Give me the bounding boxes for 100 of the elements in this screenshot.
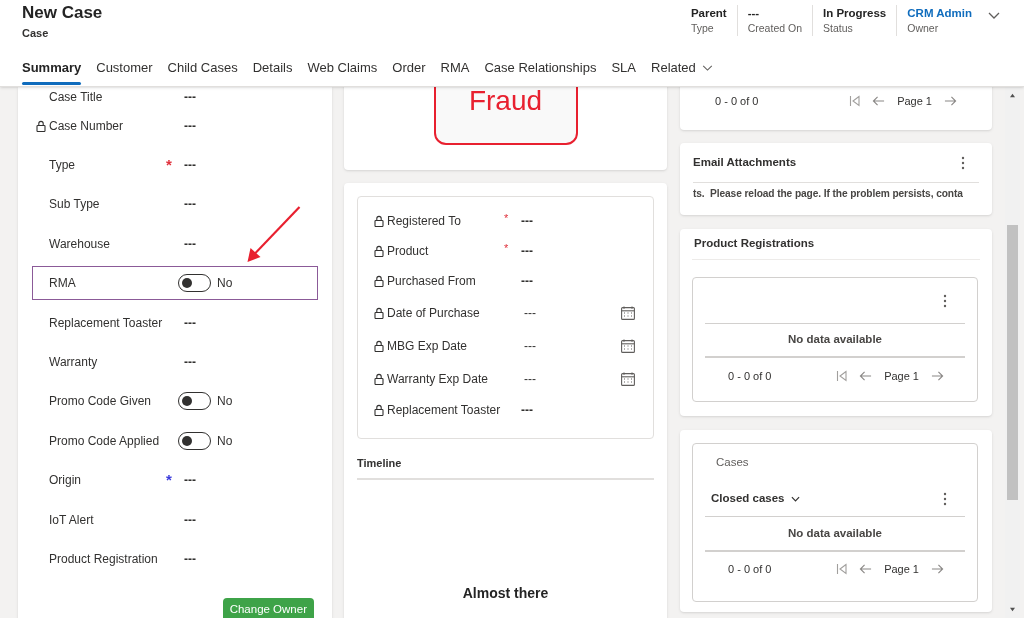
page-number: Page 1 [884, 561, 919, 577]
field-label: Product Registration [49, 551, 159, 568]
field-value: --- [184, 472, 196, 490]
fraud-stamp: Fraud [433, 87, 578, 145]
field-label: Warehouse [49, 235, 111, 253]
field-label: Purchased From [387, 273, 477, 290]
tab[interactable]: RMA [440, 49, 470, 86]
record-title: New Case [22, 3, 103, 23]
view-selector[interactable]: Closed cases [711, 490, 800, 508]
toggle-value: No [217, 393, 233, 411]
field-value: --- [521, 273, 533, 290]
tab[interactable]: Customer [96, 49, 153, 86]
field-value: --- [184, 235, 196, 253]
toggle-switch[interactable] [178, 392, 211, 411]
field-label: Warranty Exp Date [387, 370, 489, 388]
header-value: Parent [690, 6, 727, 21]
scrollbar-thumb[interactable] [1007, 225, 1018, 500]
calendar-icon[interactable] [621, 371, 635, 386]
field-label: RMA [49, 275, 77, 293]
page-number: Page 1 [884, 368, 919, 384]
more-options-icon[interactable] [961, 155, 965, 170]
arrow-left-icon[interactable] [872, 95, 886, 107]
header-value: --- [747, 6, 761, 21]
required-asterisk: * [504, 214, 510, 222]
pager-range: 0 - 0 of 0 [728, 561, 772, 577]
section-title: Timeline [357, 455, 654, 480]
arrow-left-icon[interactable] [859, 563, 873, 575]
arrow-right-icon[interactable] [931, 370, 944, 382]
header-label: Status [823, 21, 854, 36]
scroll-up-icon[interactable] [1009, 93, 1016, 98]
field-label: Promo Code Applied [49, 432, 161, 450]
field-label: IoT Alert [49, 511, 95, 529]
arrow-left-icon[interactable] [859, 370, 873, 382]
field-value: --- [184, 89, 196, 106]
annotation-arrow [247, 205, 302, 263]
first-page-icon[interactable] [836, 370, 848, 382]
field-label: Type [49, 157, 76, 175]
empty-message: No data available [705, 517, 965, 552]
chevron-down-icon[interactable] [988, 12, 1000, 19]
calendar-icon[interactable] [621, 338, 635, 353]
owner-link[interactable]: CRM Admin [907, 5, 972, 21]
tab[interactable]: SLA [611, 49, 636, 86]
arrow-right-icon[interactable] [931, 563, 944, 575]
toggle-switch[interactable] [178, 431, 211, 450]
field-label: Warranty [49, 354, 99, 372]
pager-range: 0 - 0 of 0 [715, 93, 759, 109]
field-value: --- [184, 354, 196, 372]
field-label: Registered To [387, 213, 462, 230]
header-value: In Progress [823, 6, 887, 21]
field-label: Case Title [49, 89, 104, 106]
field-value: --- [524, 337, 536, 355]
toggle-value: No [217, 275, 233, 293]
required-asterisk: * [166, 160, 172, 171]
tab[interactable]: Order [392, 49, 426, 86]
field-label: Replacement Toaster [387, 402, 502, 419]
tab[interactable]: Web Claims [307, 49, 378, 86]
chevron-down-icon [701, 64, 713, 71]
loading-message: Almost there [461, 583, 550, 603]
card-title: Email Attachments [693, 154, 797, 170]
header-label: Created On [747, 21, 802, 36]
more-options-icon[interactable] [943, 293, 947, 308]
calendar-icon[interactable] [621, 305, 635, 320]
field-value: --- [184, 196, 196, 214]
card-title: Cases [716, 455, 749, 471]
chevron-down-icon [790, 496, 800, 502]
scroll-down-icon[interactable] [1009, 607, 1016, 612]
more-options-icon[interactable] [943, 492, 947, 506]
toggle-value: No [217, 432, 233, 450]
field-value: --- [521, 213, 533, 230]
tab[interactable]: Related [651, 49, 713, 86]
field-value: --- [184, 314, 196, 332]
field-label: Sub Type [49, 196, 101, 214]
tab[interactable]: Details [252, 49, 293, 86]
field-label: Replacement Toaster [49, 314, 164, 332]
field-value: --- [524, 304, 536, 322]
first-page-icon[interactable] [849, 95, 861, 107]
field-label: Promo Code Given [49, 393, 153, 411]
record-type: Case [22, 26, 50, 41]
field-value: --- [521, 402, 533, 419]
field-value: --- [184, 511, 196, 529]
tab[interactable]: Child Cases [167, 49, 238, 86]
field-value: --- [521, 243, 533, 260]
page-number: Page 1 [897, 93, 932, 109]
tab[interactable]: Case Relationships [484, 49, 597, 86]
field-value: --- [184, 551, 196, 568]
field-label: Case Number [49, 117, 125, 135]
field-label: Origin [49, 472, 82, 490]
empty-message: No data available [705, 324, 965, 358]
field-label: MBG Exp Date [387, 337, 469, 355]
required-asterisk: * [504, 244, 510, 252]
tab[interactable]: Summary [22, 49, 82, 86]
field-label: Date of Purchase [387, 304, 481, 322]
field-label: Product [387, 243, 430, 260]
card-title: Product Registrations [692, 229, 980, 260]
header-label: Type [690, 21, 715, 36]
toggle-switch[interactable] [178, 274, 211, 293]
required-asterisk: * [166, 475, 172, 486]
field-value: --- [524, 370, 536, 388]
first-page-icon[interactable] [836, 563, 848, 575]
arrow-right-icon[interactable] [944, 95, 957, 107]
